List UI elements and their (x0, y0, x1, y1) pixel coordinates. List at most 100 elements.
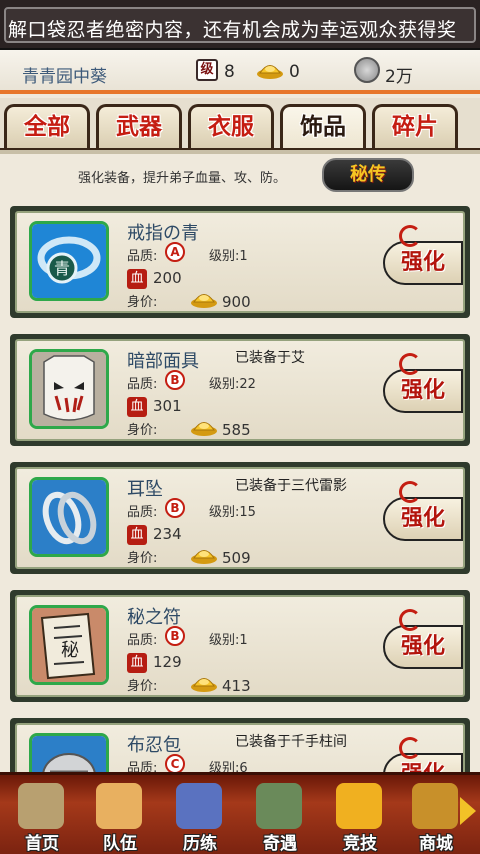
vs-icon (336, 783, 382, 829)
player-name[interactable]: 青青园中葵 (22, 62, 107, 87)
gold-ingot-icon (257, 65, 283, 79)
item-name: 耳坠 (127, 479, 163, 500)
quality-grade-badge: B (165, 498, 185, 518)
hp-icon: 血 (127, 397, 147, 417)
level-label: 级别: (209, 761, 240, 772)
nav-scroll-right-icon[interactable] (460, 797, 476, 825)
blue-ring-icon: 青 (29, 221, 109, 301)
quality-label: 品质: (127, 505, 158, 520)
price-label: 身价: (127, 423, 158, 438)
nav-team[interactable]: 队伍 (80, 781, 160, 854)
item-price: 413 (222, 677, 251, 695)
scroll-charm-icon: 秘 (29, 605, 109, 685)
hp-icon: 血 (127, 653, 147, 673)
silver-amount: 2万 (385, 67, 413, 87)
svg-text:青: 青 (54, 259, 70, 278)
svg-text:秘: 秘 (61, 640, 79, 661)
gold-ingot-icon (191, 294, 217, 308)
adventure-icon (256, 783, 302, 829)
upgrade-button[interactable]: 强化 (383, 353, 463, 413)
gold-ingot-icon (191, 422, 217, 436)
hp-icon: 血 (127, 525, 147, 545)
upgrade-button[interactable]: 强化 (383, 225, 463, 285)
item-hp: 301 (153, 397, 182, 415)
item-level: 1 (239, 633, 248, 648)
list-item[interactable]: 秘 秘之符 品质: B 级别:1 血 129 身价: 413 强化 (10, 590, 470, 702)
upgrade-button[interactable]: 强化 (383, 609, 463, 669)
announcement-text: 解口袋忍者绝密内容，还有机会成为幸运观众获得奖 (8, 19, 457, 41)
price-label: 身价: (127, 551, 158, 566)
category-tabs: 全部 武器 衣服 饰品 碎片 (0, 98, 480, 150)
swirl-icon (399, 609, 421, 631)
upgrade-button[interactable]: 强化 (383, 737, 463, 772)
silver-coin-icon (354, 57, 380, 83)
level-label: 级别: (209, 377, 240, 392)
swirl-icon (399, 737, 421, 759)
player-level: 8 (224, 62, 235, 82)
item-price: 509 (222, 549, 251, 567)
quick-upgrade-button[interactable]: 秘传 (322, 158, 414, 192)
quality-label: 品质: (127, 249, 158, 264)
price-label: 身价: (127, 295, 158, 310)
level-label: 级别: (209, 249, 240, 264)
upgrade-button[interactable]: 强化 (383, 481, 463, 541)
item-name: 暗部面具 (127, 351, 199, 372)
announcement-frame: 解口袋忍者绝密内容，还有机会成为幸运观众获得奖 (4, 7, 476, 43)
item-list[interactable]: 青 戒指の青 品质: A 级别:1 血 200 身价: 900 强化 暗部面具 … (0, 200, 480, 772)
tab-accessories[interactable]: 饰品 (280, 104, 366, 150)
shop-chest-icon (412, 783, 458, 829)
nav-adventure[interactable]: 奇遇 (240, 781, 320, 854)
item-hp: 129 (153, 653, 182, 671)
hp-icon: 血 (127, 269, 147, 289)
kunai-icon (176, 783, 222, 829)
price-label: 身价: (127, 679, 158, 694)
gold-ingot-icon (191, 550, 217, 564)
upgrade-label: 强化 (400, 506, 445, 531)
announcement-bar: 解口袋忍者绝密内容，还有机会成为幸运观众获得奖 (0, 0, 480, 50)
bottom-nav: 首页 队伍 历练 奇遇 竞技 商城 (0, 772, 480, 854)
tab-divider (0, 148, 480, 154)
nav-label: 竞技 (343, 834, 377, 854)
upgrade-label: 强化 (400, 378, 445, 403)
equipped-status: 已装备于艾 (235, 350, 305, 366)
tab-weapons[interactable]: 武器 (96, 104, 182, 150)
list-item[interactable]: 耳坠 已装备于三代雷影 品质: B 级别:15 血 234 身价: 509 强化 (10, 462, 470, 574)
team-icon (96, 783, 142, 829)
item-hp: 200 (153, 269, 182, 287)
quality-grade-badge: C (165, 754, 185, 772)
gold-ingot-icon (191, 678, 217, 692)
tab-fragments[interactable]: 碎片 (372, 104, 458, 150)
nav-home[interactable]: 首页 (2, 781, 82, 854)
item-level: 22 (239, 377, 256, 392)
item-name: 戒指の青 (127, 223, 199, 244)
upgrade-label: 强化 (400, 634, 445, 659)
list-item[interactable]: 暗部面具 已装备于艾 品质: B 级别:22 血 301 身价: 585 强化 (10, 334, 470, 446)
home-icon (18, 783, 64, 829)
quality-label: 品质: (127, 377, 158, 392)
equipped-status: 已装备于三代雷影 (235, 478, 347, 494)
player-status-bar: 青青园中葵 级 8 0 2万 (0, 50, 480, 94)
gold-amount: 0 (289, 62, 300, 82)
level-label: 级别: (209, 505, 240, 520)
item-hp: 234 (153, 525, 182, 543)
upgrade-hint: 强化装备，提升弟子血量、攻、防。 (78, 171, 287, 186)
anbu-mask-icon (29, 349, 109, 429)
item-price: 900 (222, 293, 251, 311)
swirl-icon (399, 481, 421, 503)
item-price: 585 (222, 421, 251, 439)
nav-label: 奇遇 (263, 834, 297, 854)
quality-grade-badge: A (165, 242, 185, 262)
nav-training[interactable]: 历练 (160, 781, 240, 854)
item-level: 1 (239, 249, 248, 264)
quality-label: 品质: (127, 633, 158, 648)
level-label: 级别: (209, 633, 240, 648)
tab-all[interactable]: 全部 (4, 104, 90, 150)
quality-grade-badge: B (165, 370, 185, 390)
list-item[interactable]: 布忍包 已装备于千手柱间 品质: C 级别:6 强化 (10, 718, 470, 772)
tab-clothes[interactable]: 衣服 (188, 104, 274, 150)
nav-label: 历练 (183, 834, 217, 854)
list-item[interactable]: 青 戒指の青 品质: A 级别:1 血 200 身价: 900 强化 (10, 206, 470, 318)
item-level: 6 (239, 761, 248, 772)
nav-arena[interactable]: 竞技 (320, 781, 400, 854)
ninja-pouch-icon (29, 733, 109, 772)
